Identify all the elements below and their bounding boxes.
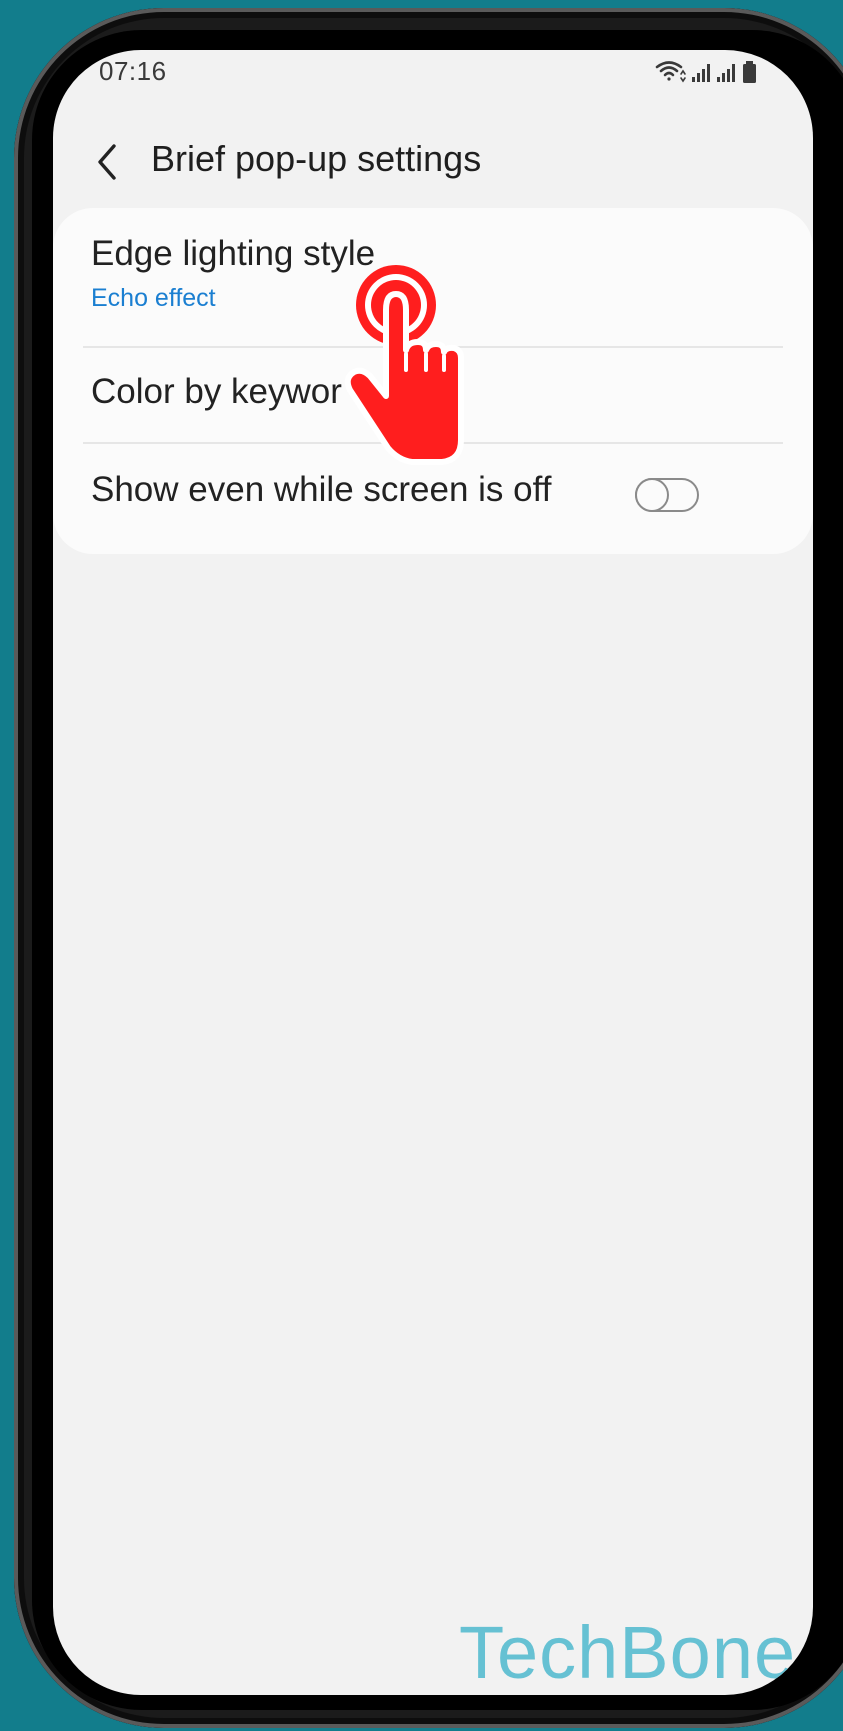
status-bar: 07:16 [53,50,813,98]
page-title: Brief pop-up settings [151,138,482,179]
chevron-left-icon [98,144,116,180]
back-button[interactable] [79,134,135,190]
toggle-knob [635,478,669,512]
tap-hand-icon [344,265,464,465]
screen-off-toggle[interactable] [635,478,699,512]
watermark-logo: TechBone [459,1611,797,1694]
setting-title: Show even while screen is off [91,470,552,509]
battery-icon [743,61,756,83]
signal-bars-icon [717,64,735,82]
status-icons [655,58,765,86]
signal-bars-icon [692,64,710,82]
setting-value: Echo effect [91,284,216,312]
setting-title: Color by keywor [91,372,342,411]
wifi-icon [655,61,686,83]
app-header: Brief pop-up settings [53,120,813,220]
status-time: 07:16 [99,56,167,86]
